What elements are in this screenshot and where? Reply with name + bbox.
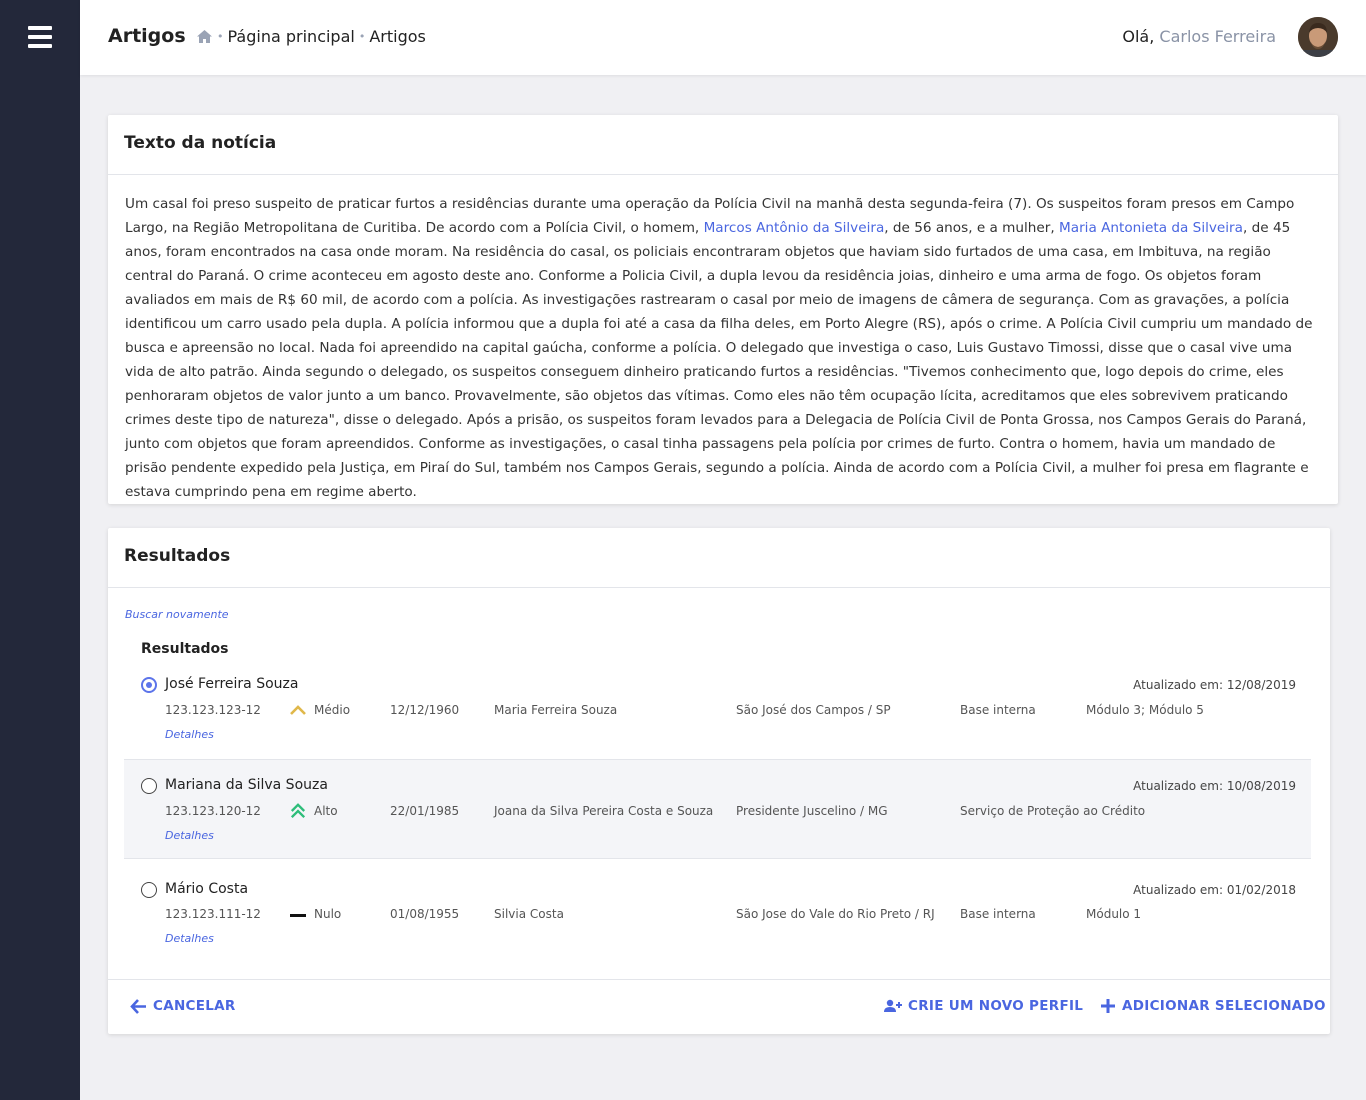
results-card: Resultados Buscar novamente Resultados J… <box>108 528 1330 1034</box>
top-bar: Artigos • Página principal • Artigos Olá… <box>80 0 1366 75</box>
news-text: Um casal foi preso suspeito de praticar … <box>108 175 1338 504</box>
risk-level: Nulo <box>314 907 342 921</box>
birth-date: 12/12/1960 <box>390 703 460 717</box>
news-text-part: , de 56 anos, e a mulher, <box>884 220 1060 236</box>
details-link[interactable]: Detalhes <box>165 829 214 842</box>
user-greeting: Olá, Carlos Ferreira <box>1122 27 1276 46</box>
add-user-icon <box>884 999 902 1012</box>
result-row[interactable]: Mariana da Silva Souza Atualizado em: 10… <box>124 759 1311 859</box>
data-source: Base interna <box>960 703 1036 717</box>
add-selected-button[interactable]: ADICIONAR SELECIONADO <box>1100 998 1326 1014</box>
breadcrumb-separator: • <box>358 30 366 43</box>
mother-name: Silvia Costa <box>494 907 564 921</box>
results-subtitle: Resultados <box>141 641 229 657</box>
avatar[interactable] <box>1298 17 1338 57</box>
user-name[interactable]: Carlos Ferreira <box>1159 27 1276 46</box>
details-link[interactable]: Detalhes <box>165 728 214 741</box>
details-link[interactable]: Detalhes <box>165 932 214 945</box>
select-radio[interactable] <box>141 778 157 794</box>
cancel-button[interactable]: CANCELAR <box>130 998 236 1014</box>
city: São José dos Campos / SP <box>736 703 891 717</box>
results-card-title: Resultados <box>108 528 1330 588</box>
search-again-link[interactable]: Buscar novamente <box>125 608 229 621</box>
data-source: Base interna <box>960 907 1036 921</box>
plus-icon <box>1101 999 1115 1013</box>
updated-date: Atualizado em: 01/02/2018 <box>1133 883 1296 897</box>
news-card: Texto da notícia Um casal foi preso susp… <box>108 115 1338 504</box>
breadcrumb-separator: • <box>217 30 224 43</box>
document-number: 123.123.123-12 <box>165 703 261 717</box>
chevron-up-icon <box>290 705 306 715</box>
arrow-left-icon <box>130 998 146 1014</box>
person-name: José Ferreira Souza <box>165 676 299 692</box>
new-profile-button[interactable]: CRIE UM NOVO PERFIL <box>884 998 1083 1014</box>
dash-icon <box>290 914 306 917</box>
updated-date: Atualizado em: 10/08/2019 <box>1133 779 1296 793</box>
sidebar <box>0 0 80 1100</box>
mother-name: Maria Ferreira Souza <box>494 703 618 717</box>
highlighted-entity-man[interactable]: Marcos Antônio da Silveira <box>704 220 885 236</box>
page-title: Artigos <box>108 25 186 47</box>
result-row[interactable]: José Ferreira Souza Atualizado em: 12/08… <box>124 659 1311 759</box>
person-name: Mário Costa <box>165 881 249 897</box>
updated-date: Atualizado em: 12/08/2019 <box>1133 678 1296 692</box>
birth-date: 22/01/1985 <box>390 804 460 818</box>
add-selected-label: ADICIONAR SELECIONADO <box>1122 998 1326 1014</box>
mother-name: Joana da Silva Pereira Costa e Souza <box>494 804 714 818</box>
home-icon[interactable] <box>196 29 213 44</box>
double-chevron-up-icon <box>290 803 306 819</box>
result-row[interactable]: Mário Costa Atualizado em: 01/02/2018 12… <box>124 862 1311 962</box>
risk-level: Médio <box>314 703 351 717</box>
select-radio[interactable] <box>141 882 157 898</box>
document-number: 123.123.111-12 <box>165 907 261 921</box>
birth-date: 01/08/1955 <box>390 907 460 921</box>
modules: Módulo 1 <box>1086 907 1142 921</box>
breadcrumb: • Página principal • Artigos <box>196 27 426 46</box>
city: Presidente Juscelino / MG <box>736 804 888 818</box>
document-number: 123.123.120-12 <box>165 804 261 818</box>
results-footer: CANCELAR CRIE UM NOVO PERFIL ADICIONAR S… <box>108 979 1330 1034</box>
person-name: Mariana da Silva Souza <box>165 777 328 793</box>
news-text-part: , de 45 anos, foram encontrados na casa … <box>125 220 1313 500</box>
select-radio[interactable] <box>141 677 157 693</box>
city: São Jose do Vale do Rio Preto / RJ <box>736 907 935 921</box>
new-profile-label: CRIE UM NOVO PERFIL <box>908 998 1084 1014</box>
risk-level: Alto <box>314 804 338 818</box>
breadcrumb-current: Artigos <box>369 27 426 46</box>
cancel-label: CANCELAR <box>153 998 236 1014</box>
breadcrumb-home[interactable]: Página principal <box>228 27 355 46</box>
highlighted-entity-woman[interactable]: Maria Antonieta da Silveira <box>1059 220 1243 236</box>
modules: Módulo 3; Módulo 5 <box>1086 703 1204 717</box>
news-card-title: Texto da notícia <box>108 115 1338 175</box>
greeting-label: Olá, <box>1122 27 1155 46</box>
data-source: Serviço de Proteção ao Crédito <box>960 804 1146 818</box>
hamburger-menu-icon[interactable] <box>28 26 52 50</box>
